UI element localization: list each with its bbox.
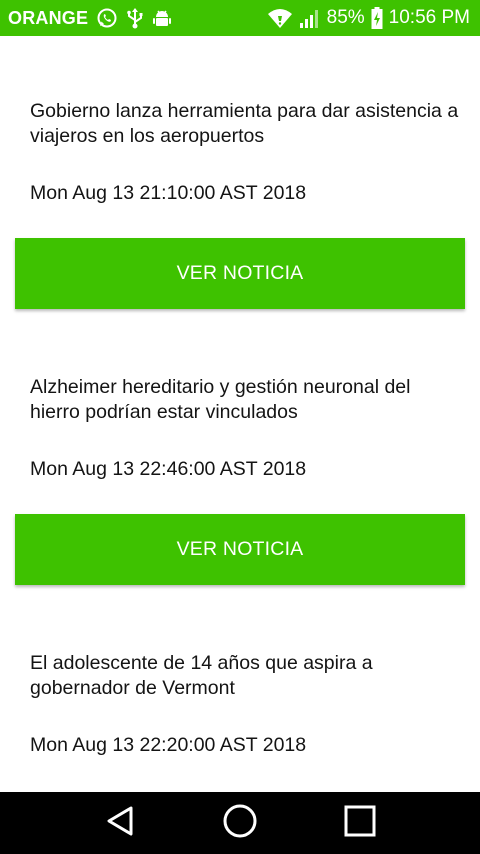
news-list[interactable]: Gobierno lanza herramienta para dar asis…: [0, 36, 480, 792]
news-headline: Alzheimer hereditario y gestión neuronal…: [30, 376, 411, 423]
back-icon: [103, 804, 137, 843]
navigation-bar: [0, 792, 480, 854]
clock: 10:56 PM: [388, 7, 470, 28]
wifi-icon: [267, 7, 293, 29]
battery-percent: 85%: [326, 7, 365, 28]
ver-noticia-button[interactable]: VER NOTICIA: [15, 514, 465, 585]
news-date: Mon Aug 13 22:20:00 AST 2018: [30, 734, 307, 756]
battery-charging-icon: [371, 6, 383, 30]
whatsapp-icon: [96, 7, 118, 29]
news-headline: El adolescente de 14 años que aspira a g…: [30, 652, 373, 699]
back-button[interactable]: [90, 798, 150, 848]
signal-icon: [299, 7, 321, 29]
android-debug-icon: [152, 7, 172, 29]
recents-icon: [343, 804, 377, 843]
status-bar: ORANGE 85% 10:56 PM: [0, 0, 480, 36]
usb-icon: [126, 7, 144, 29]
recents-button[interactable]: [330, 798, 390, 848]
ver-noticia-button[interactable]: VER NOTICIA: [15, 238, 465, 309]
news-date: Mon Aug 13 21:10:00 AST 2018: [30, 182, 307, 204]
news-date: Mon Aug 13 22:46:00 AST 2018: [30, 458, 307, 480]
home-button[interactable]: [210, 798, 270, 848]
news-headline: Gobierno lanza herramienta para dar asis…: [30, 100, 459, 147]
carrier-name: ORANGE: [8, 7, 89, 28]
home-icon: [222, 803, 258, 844]
